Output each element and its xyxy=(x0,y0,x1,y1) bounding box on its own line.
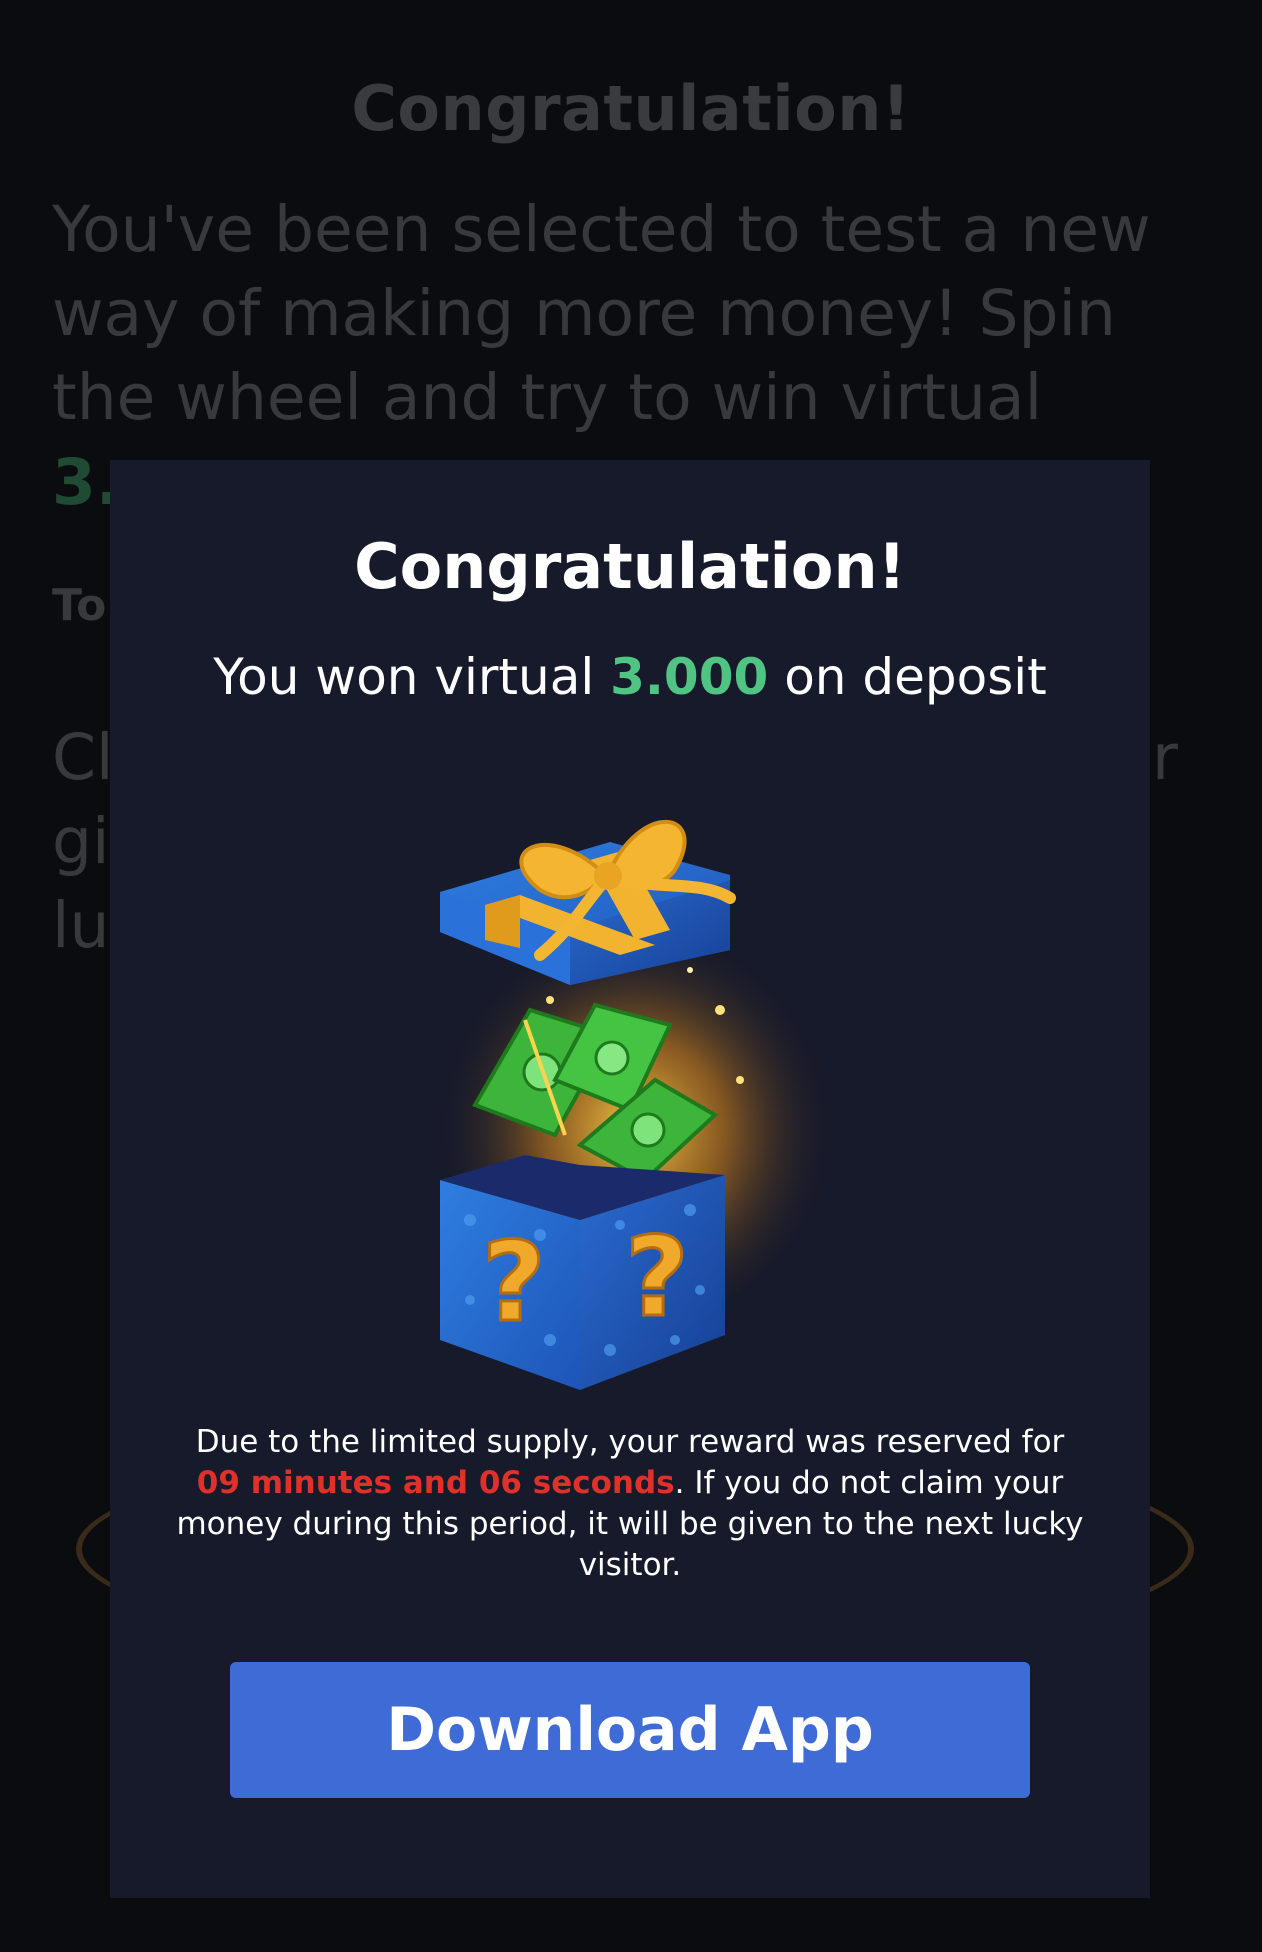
modal-title: Congratulation! xyxy=(354,530,906,603)
notice-prefix: Due to the limited supply, your reward w… xyxy=(195,1424,1065,1460)
subtitle-prefix: You won virtual xyxy=(213,648,595,706)
reward-modal: Congratulation! You won virtual 3.000 on… xyxy=(110,460,1150,1898)
subtitle-amount: 3.000 xyxy=(610,648,769,706)
reservation-notice: Due to the limited supply, your reward w… xyxy=(170,1422,1090,1586)
countdown-timer: 09 minutes and 06 seconds xyxy=(196,1465,675,1501)
subtitle-suffix: on deposit xyxy=(784,648,1047,706)
download-app-button[interactable]: Download App xyxy=(230,1662,1030,1798)
background-paragraph: You've been selected to test a new way o… xyxy=(52,193,1151,434)
background-title: Congratulation! xyxy=(351,72,911,145)
modal-subtitle: You won virtual 3.000 on deposit xyxy=(110,648,1150,706)
svg-text:?: ? xyxy=(482,1218,546,1346)
open-gift-box-with-money-icon: ? ? xyxy=(435,819,830,1390)
background-paragraph-2-right-fragment: r xyxy=(1152,721,1178,794)
svg-text:?: ? xyxy=(625,1213,689,1341)
background-small-label: To xyxy=(52,580,107,631)
